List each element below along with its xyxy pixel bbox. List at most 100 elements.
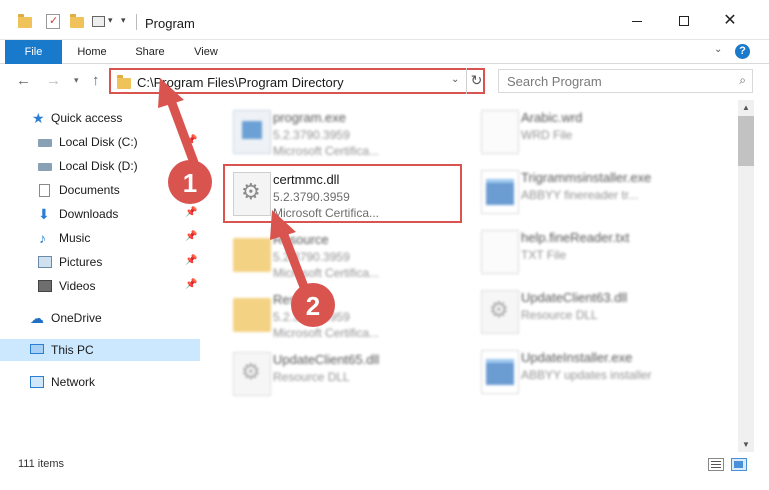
tab-share[interactable]: Share bbox=[128, 40, 172, 64]
file-item-updateclient63[interactable]: UpdateClient63.dll Resource DLL bbox=[473, 284, 713, 344]
title-separator bbox=[136, 14, 137, 30]
file-type: TXT File bbox=[521, 248, 567, 262]
file-description: Microsoft Certifica... bbox=[273, 266, 380, 280]
file-description: Microsoft Certifica... bbox=[273, 144, 380, 158]
file-description: Resource DLL bbox=[273, 370, 350, 384]
document-icon bbox=[39, 184, 50, 197]
refresh-icon[interactable]: ↻ bbox=[466, 68, 486, 94]
file-name: Arabic.wrd bbox=[521, 110, 583, 125]
sidebar-item-onedrive[interactable]: ☁ OneDrive bbox=[0, 307, 200, 329]
sidebar-item-network[interactable]: Network bbox=[0, 371, 200, 393]
chevron-down-icon[interactable]: ▾ bbox=[108, 15, 113, 26]
exe-file-icon bbox=[233, 110, 271, 154]
expand-ribbon-icon[interactable]: ⌄ bbox=[714, 44, 722, 55]
pin-icon[interactable]: 📌 bbox=[185, 231, 197, 242]
sidebar-item-local-disk-c[interactable]: Local Disk (C:) 📌 bbox=[0, 131, 200, 153]
sidebar-item-pictures[interactable]: Pictures 📌 bbox=[0, 251, 200, 273]
file-item-resource-1[interactable]: Resource 5.2.3790.3959 Microsoft Certifi… bbox=[225, 226, 465, 286]
pin-icon[interactable]: 📌 bbox=[185, 255, 197, 266]
sidebar-item-label: Documents bbox=[59, 183, 120, 197]
maximize-button[interactable] bbox=[674, 11, 694, 31]
sidebar-item-label: Music bbox=[59, 231, 91, 245]
tab-home[interactable]: Home bbox=[70, 40, 114, 64]
new-folder-icon[interactable] bbox=[70, 14, 84, 28]
navigation-pane: ★ Quick access Local Disk (C:) 📌 Local D… bbox=[0, 100, 205, 452]
folder-icon bbox=[233, 298, 271, 332]
search-icon[interactable]: ⌕ bbox=[739, 73, 746, 88]
text-file-icon bbox=[481, 110, 519, 154]
picture-icon bbox=[38, 256, 52, 268]
file-version: 5.2.3790.3959 bbox=[273, 250, 350, 264]
file-name: program.exe bbox=[273, 110, 346, 125]
file-name: UpdateClient65.dll bbox=[273, 352, 380, 367]
scroll-up-icon[interactable]: ▲ bbox=[742, 103, 750, 112]
file-item-arabic-wrd[interactable]: Arabic.wrd WRD File bbox=[473, 104, 713, 164]
sidebar-item-music[interactable]: ♪ Music 📌 bbox=[0, 227, 200, 249]
network-icon bbox=[30, 376, 44, 388]
large-icons-view-icon[interactable] bbox=[731, 458, 747, 471]
application-icon bbox=[481, 170, 519, 214]
recent-locations-icon[interactable]: ▾ bbox=[74, 75, 79, 86]
address-dropdown-icon[interactable]: ⌄ bbox=[451, 74, 459, 85]
sidebar-item-videos[interactable]: Videos 📌 bbox=[0, 275, 200, 297]
tab-view[interactable]: View bbox=[184, 40, 228, 64]
item-count: 111 items bbox=[18, 458, 65, 470]
file-description: Resource DLL bbox=[521, 308, 598, 322]
up-button[interactable]: ↑ bbox=[92, 72, 100, 89]
close-icon: ✕ bbox=[723, 12, 737, 29]
properties-icon[interactable]: ✓ bbox=[46, 14, 60, 29]
scrollbar-thumb[interactable] bbox=[738, 116, 754, 166]
dll-file-icon bbox=[481, 290, 519, 334]
address-path[interactable]: C:\Program Files\Program Directory bbox=[137, 75, 344, 90]
help-button[interactable]: ? bbox=[735, 44, 750, 59]
vertical-scrollbar[interactable]: ▲ ▼ bbox=[738, 100, 754, 452]
sidebar-item-label: Downloads bbox=[59, 207, 119, 221]
highlight-box bbox=[223, 164, 462, 223]
file-item-program-exe[interactable]: program.exe 5.2.3790.3959 Microsoft Cert… bbox=[225, 104, 465, 164]
cloud-icon: ☁ bbox=[30, 310, 44, 326]
maximize-icon bbox=[679, 16, 689, 26]
forward-button[interactable]: → bbox=[46, 72, 61, 89]
file-item-resource-2[interactable]: Resource 5.2.3790.3959 Microsoft Certifi… bbox=[225, 286, 465, 346]
quick-access-dropdown-icon[interactable]: ▾ bbox=[121, 15, 126, 26]
ribbon-tabs: File Home Share View ⌄ ? bbox=[0, 40, 769, 64]
tab-file[interactable]: File bbox=[5, 40, 62, 64]
video-icon bbox=[38, 280, 52, 292]
details-view-icon[interactable] bbox=[708, 458, 724, 471]
file-name: UpdateClient63.dll bbox=[521, 290, 628, 305]
sidebar-item-downloads[interactable]: ⬇ Downloads 📌 bbox=[0, 203, 200, 225]
address-bar[interactable]: C:\Program Files\Program Directory ⌄ ↻ bbox=[109, 68, 485, 94]
close-button[interactable]: ✕ bbox=[720, 11, 740, 31]
sidebar-item-quick-access[interactable]: ★ Quick access bbox=[0, 107, 200, 129]
pin-icon[interactable]: 📌 bbox=[185, 183, 197, 194]
folder-icon bbox=[18, 14, 32, 28]
text-file-icon bbox=[481, 230, 519, 274]
star-icon: ★ bbox=[32, 110, 45, 126]
scroll-down-icon[interactable]: ▼ bbox=[742, 440, 750, 449]
file-item-updateclient65[interactable]: UpdateClient65.dll Resource DLL bbox=[225, 346, 465, 406]
file-name: help.fineReader.txt bbox=[521, 230, 630, 245]
file-item-help-txt[interactable]: help.fineReader.txt TXT File bbox=[473, 224, 713, 284]
sidebar-item-documents[interactable]: Documents 📌 bbox=[0, 179, 200, 201]
sidebar-item-this-pc[interactable]: This PC bbox=[0, 339, 200, 361]
file-item-trigramms-installer[interactable]: Trigrammsinstaller.exe ABBYY finereader … bbox=[473, 164, 713, 224]
back-button[interactable]: ← bbox=[16, 72, 31, 89]
sidebar-item-label: OneDrive bbox=[51, 311, 102, 325]
file-item-updateinstaller[interactable]: UpdateInstaller.exe ABBYY updates instal… bbox=[473, 344, 713, 404]
pin-icon[interactable]: 📌 bbox=[185, 279, 197, 290]
file-name: Trigrammsinstaller.exe bbox=[521, 170, 652, 185]
minimize-icon bbox=[632, 21, 642, 22]
customize-toolbar-icon[interactable] bbox=[92, 16, 105, 27]
file-type: WRD File bbox=[521, 128, 573, 142]
sidebar-item-local-disk-d[interactable]: Local Disk (D:) bbox=[0, 155, 200, 177]
file-list: program.exe 5.2.3790.3959 Microsoft Cert… bbox=[205, 100, 738, 452]
pin-icon[interactable]: 📌 bbox=[185, 135, 197, 146]
search-input[interactable]: Search Program ⌕ bbox=[498, 69, 753, 93]
minimize-button[interactable] bbox=[627, 11, 647, 31]
file-description: Microsoft Certifica... bbox=[273, 326, 380, 340]
application-icon bbox=[481, 350, 519, 394]
pin-icon[interactable]: 📌 bbox=[185, 207, 197, 218]
sidebar-item-label: Network bbox=[51, 375, 96, 389]
title-bar: ✓ ▾ ▾ Program ✕ bbox=[0, 0, 769, 40]
dll-file-icon bbox=[233, 352, 271, 396]
